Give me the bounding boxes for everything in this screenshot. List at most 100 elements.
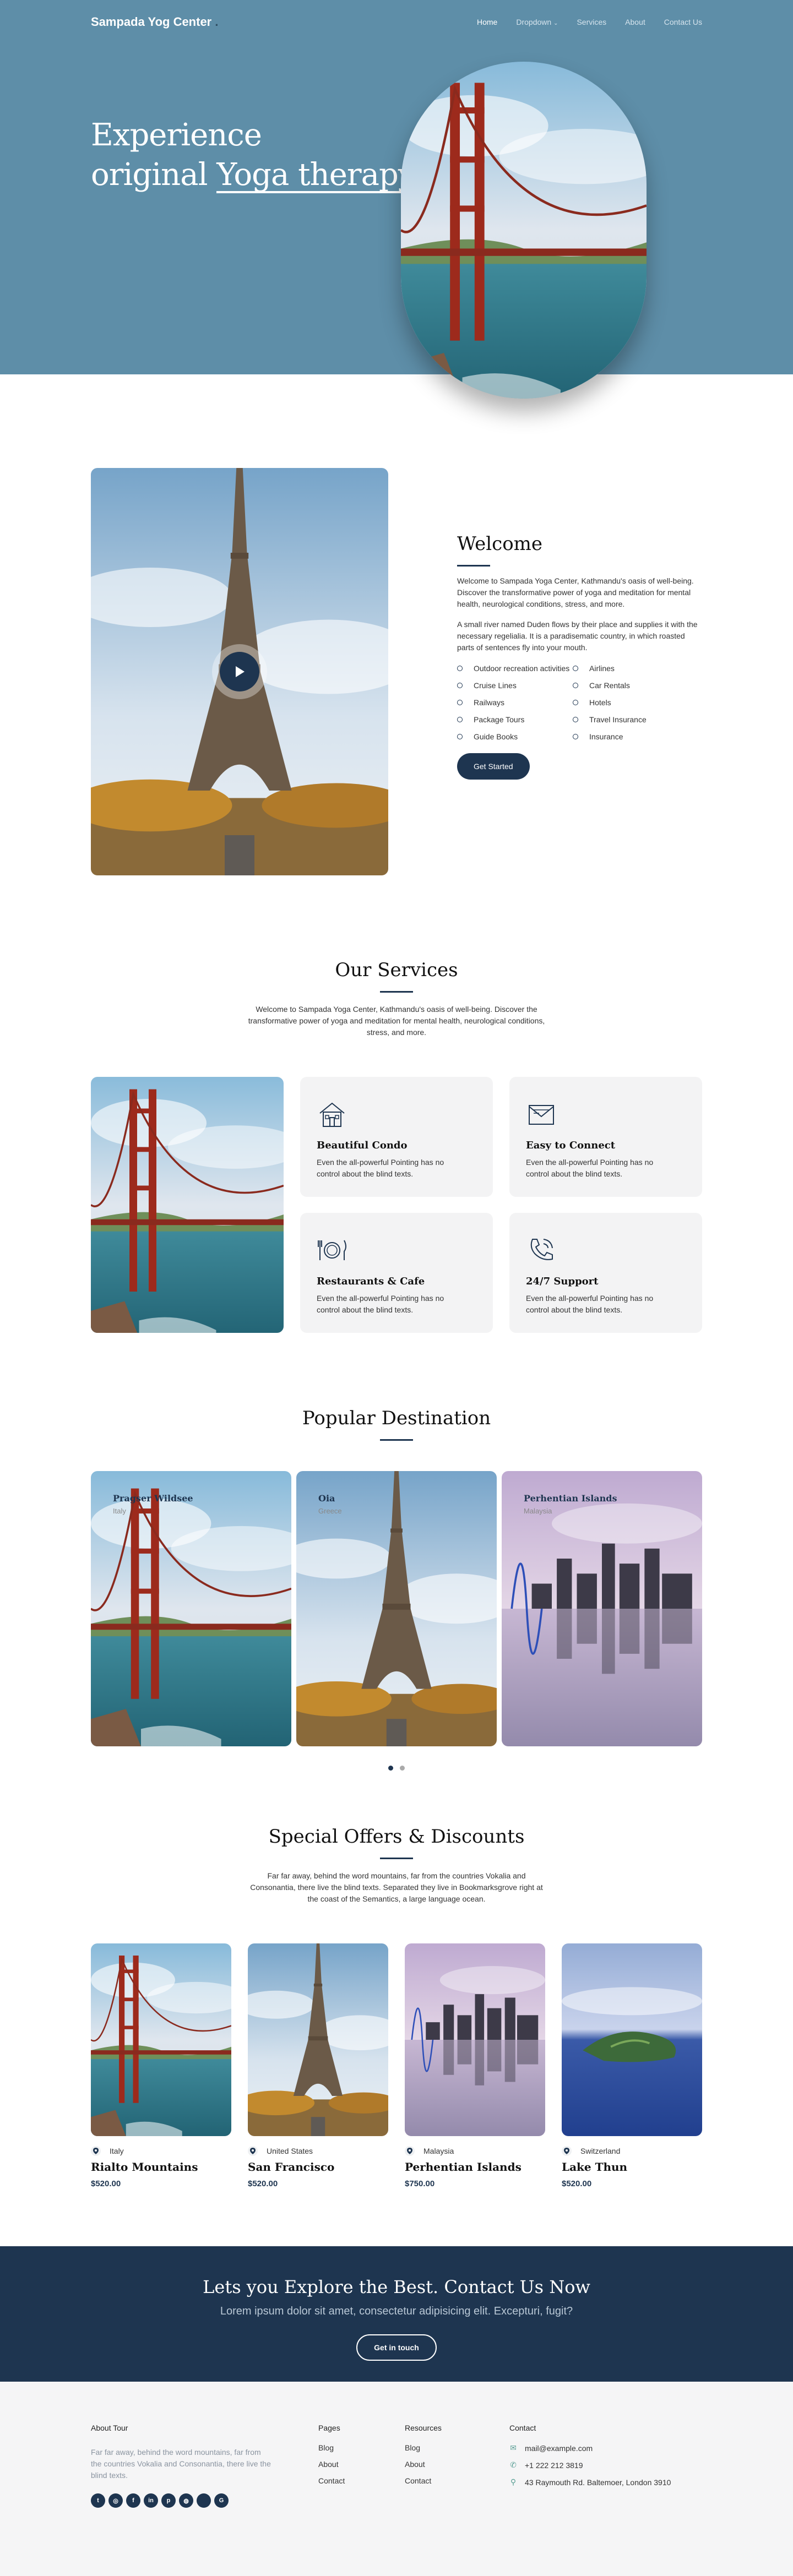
linkedin-icon[interactable]: in (144, 2493, 158, 2508)
offer-country: United States (267, 2147, 313, 2155)
twitter-icon[interactable]: t (91, 2493, 105, 2508)
get-in-touch-button[interactable]: Get in touch (356, 2334, 437, 2361)
get-started-button[interactable]: Get Started (457, 753, 530, 780)
offer-name: Rialto Mountains (91, 2160, 198, 2174)
service-card: Easy to Connect Even the all-powerful Po… (509, 1077, 702, 1197)
dribbble-icon[interactable]: ◍ (179, 2493, 193, 2508)
hero-image-bridge (401, 62, 647, 399)
destinations-title: Popular Destination (302, 1407, 491, 1429)
nav-contact[interactable]: Contact Us (664, 18, 702, 26)
list-item: Guide Books (457, 732, 573, 742)
service-title: 24/7 Support (526, 1276, 599, 1287)
carousel-dot[interactable] (400, 1766, 405, 1771)
nav-services[interactable]: Services (577, 18, 606, 26)
destination-country: Italy (113, 1507, 126, 1515)
welcome-image-eiffel (91, 468, 388, 875)
list-item: Railways (457, 698, 573, 708)
destinations-section: Popular Destination Pragser Wildsee Italy… (91, 1407, 702, 1771)
offer-price: $520.00 (562, 2179, 592, 2188)
house-icon (319, 1102, 345, 1127)
apple-icon[interactable] (197, 2493, 211, 2508)
phone-icon: ✆ (510, 2460, 517, 2469)
offer-price: $750.00 (405, 2179, 435, 2188)
site-logo[interactable]: Sampada Yog Center . (91, 15, 219, 29)
service-card: Beautiful Condo Even the all-powerful Po… (300, 1077, 493, 1197)
footer-link[interactable]: Contact (318, 2476, 345, 2485)
offer-image (248, 1943, 388, 2136)
list-item: Insurance (573, 732, 688, 742)
offer-price: $520.00 (248, 2179, 278, 2188)
footer-link[interactable]: About (318, 2460, 345, 2469)
services-section: Our Services Welcome to Sampada Yoga Cen… (91, 959, 702, 1333)
contact-phone[interactable]: ✆ +1 222 212 3819 (509, 2460, 671, 2470)
cta-subtitle: Lorem ipsum dolor sit amet, consectetur … (220, 2305, 573, 2317)
service-text: Even the all-powerful Pointing has no co… (317, 1294, 444, 1314)
contact-email[interactable]: ✉ mail@example.com (509, 2443, 671, 2453)
dining-icon (318, 1240, 346, 1260)
offer-name: Lake Thun (562, 2160, 628, 2174)
chevron-down-icon: ⌄ (553, 20, 558, 26)
destination-card[interactable]: Pragser Wildsee Italy (91, 1471, 291, 1746)
list-item: Outdoor recreation activities (457, 663, 573, 674)
feature-list-right: Airlines Car Rentals Hotels Travel Insur… (573, 663, 688, 749)
footer-link[interactable]: Contact (405, 2476, 442, 2485)
footer-about: About Tour Far far away, behind the word… (91, 2423, 273, 2508)
location-pin-icon (405, 2146, 415, 2156)
google-icon[interactable]: G (214, 2493, 229, 2508)
nav-about[interactable]: About (625, 18, 645, 26)
location-pin-icon (562, 2146, 572, 2156)
offer-country: Switzerland (580, 2147, 621, 2155)
footer-link[interactable]: Blog (318, 2443, 345, 2452)
destination-name: Pragser Wildsee (113, 1493, 193, 1504)
nav-menu: Home Dropdown ⌄ Services About Contact U… (477, 18, 702, 26)
service-card: 24/7 Support Even the all-powerful Point… (509, 1213, 702, 1333)
offer-card[interactable]: Italy Rialto Mountains $520.00 (91, 1943, 231, 2188)
offer-name: Perhentian Islands (405, 2160, 522, 2174)
offers-title: Special Offers & Discounts (268, 1826, 525, 1848)
feature-lists: Outdoor recreation activities Cruise Lin… (457, 663, 702, 749)
carousel-dot-active[interactable] (388, 1766, 393, 1771)
footer-resources: Resources Blog About Contact (405, 2423, 442, 2493)
destination-name: Perhentian Islands (524, 1493, 617, 1504)
nav-home[interactable]: Home (477, 18, 497, 26)
mail-icon: ✉ (510, 2443, 517, 2452)
service-text: Even the all-powerful Pointing has no co… (526, 1158, 654, 1178)
list-item: Airlines (573, 663, 688, 674)
offer-card[interactable]: Switzerland Lake Thun $520.00 (562, 1943, 702, 2188)
location-pin-icon: ⚲ (510, 2477, 517, 2486)
offer-card[interactable]: United States San Francisco $520.00 (248, 1943, 388, 2188)
footer-link[interactable]: Blog (405, 2443, 442, 2452)
service-text: Even the all-powerful Pointing has no co… (317, 1158, 444, 1178)
carousel-dots (91, 1766, 702, 1771)
destination-card[interactable]: Oia Greece (296, 1471, 497, 1746)
hero-title: Experience original Yoga therapy (91, 117, 416, 193)
nav-dropdown[interactable]: Dropdown ⌄ (516, 18, 558, 26)
pinterest-icon[interactable]: p (161, 2493, 176, 2508)
footer: About Tour Far far away, behind the word… (0, 2382, 793, 2576)
destination-card[interactable]: Perhentian Islands Malaysia (502, 1471, 702, 1746)
instagram-icon[interactable]: ◎ (108, 2493, 123, 2508)
cta-title: Lets you Explore the Best. Contact Us No… (203, 2277, 590, 2297)
list-item: Car Rentals (573, 680, 688, 691)
footer-link[interactable]: About (405, 2460, 442, 2469)
mail-icon (529, 1105, 554, 1125)
service-title: Restaurants & Cafe (317, 1276, 425, 1287)
offer-card[interactable]: Malaysia Perhentian Islands $750.00 (405, 1943, 545, 2188)
location-pin-icon (248, 2146, 258, 2156)
footer-about-title: About Tour (91, 2423, 128, 2432)
social-links: t ◎ f in p ◍ G (91, 2493, 273, 2508)
welcome-title: Welcome (457, 533, 543, 555)
feature-list-left: Outdoor recreation activities Cruise Lin… (457, 663, 573, 749)
navbar: Sampada Yog Center . Home Dropdown ⌄ Ser… (91, 0, 702, 44)
destination-country: Greece (318, 1507, 342, 1515)
offer-country: Malaysia (423, 2147, 454, 2155)
service-title: Beautiful Condo (317, 1140, 408, 1151)
welcome-paragraph-1: Welcome to Sampada Yoga Center, Kathmand… (457, 576, 694, 608)
service-text: Even the all-powerful Pointing has no co… (526, 1294, 654, 1314)
hero-section: Sampada Yog Center . Home Dropdown ⌄ Ser… (0, 0, 793, 374)
facebook-icon[interactable]: f (126, 2493, 140, 2508)
offer-image (562, 1943, 702, 2136)
contact-address: ⚲ 43 Raymouth Rd. Baltemoer, London 3910 (510, 2477, 671, 2487)
play-video-button[interactable] (212, 644, 267, 699)
list-item: Travel Insurance (573, 715, 688, 725)
